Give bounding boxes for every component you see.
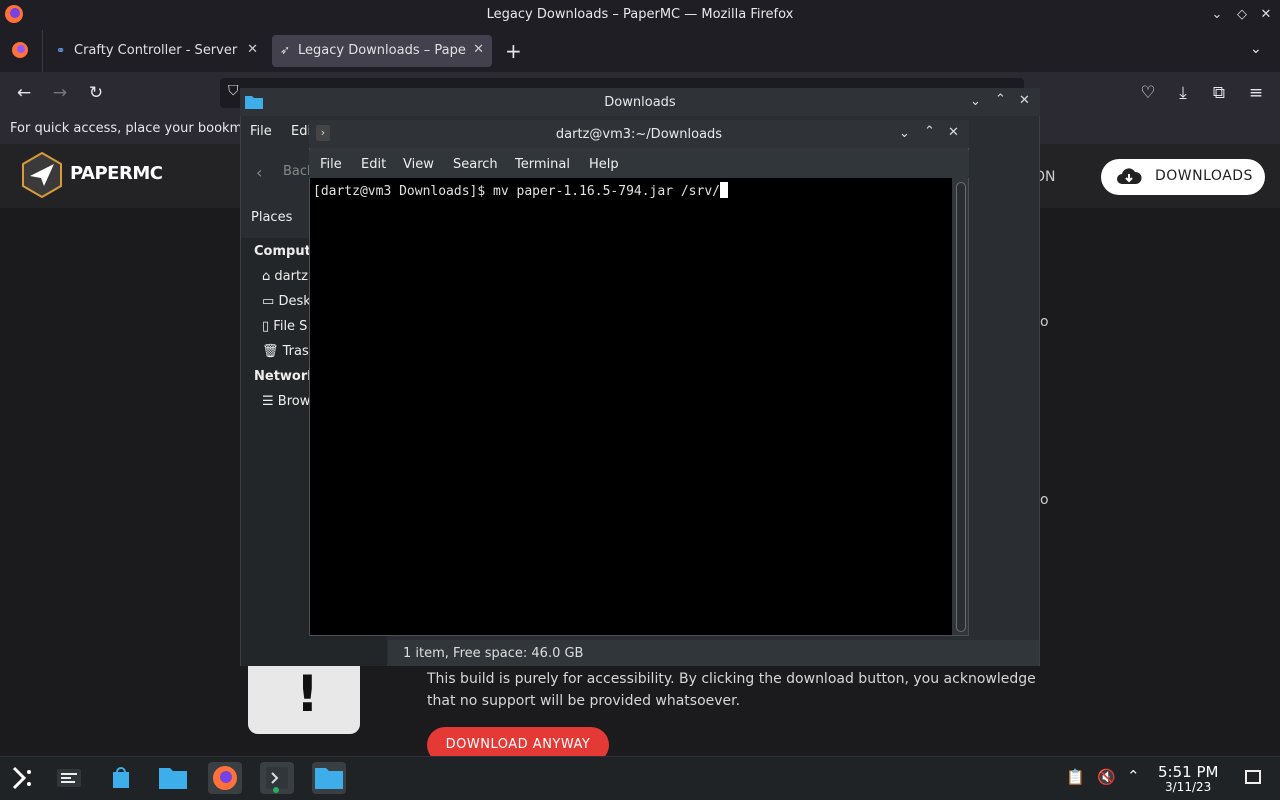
home-icon: ⌂ [262, 269, 271, 284]
dolphin-statusbar: 1 item, Free space: 46.0 GB [388, 640, 1039, 666]
tab-label: Crafty Controller - Server D [74, 43, 242, 58]
chevron-left-icon[interactable]: ‹ [256, 163, 262, 182]
network-icon: ☰ [262, 394, 274, 409]
firefox-titlebar: Legacy Downloads – PaperMC — Mozilla Fir… [0, 0, 1280, 30]
menu-help[interactable]: Help [589, 157, 619, 172]
clipboard-icon[interactable]: 📋 [1066, 768, 1085, 786]
clock-date[interactable]: 3/11/23 [1165, 780, 1211, 794]
close-icon[interactable]: ✕ [948, 125, 959, 140]
desktop-icon: ▭ [262, 294, 275, 309]
warning-card: ! [248, 660, 360, 734]
place-home[interactable]: ⌂ dartz [262, 269, 308, 284]
back-icon[interactable]: ← [14, 83, 34, 103]
tab-crafty-controller[interactable]: ⚭ Crafty Controller - Server D ✕ [48, 35, 266, 67]
forward-icon[interactable]: → [50, 83, 70, 103]
place-label: Brow [277, 394, 311, 409]
menu-file[interactable]: File [320, 157, 342, 172]
place-label: Desk [278, 294, 311, 309]
konsole-menubar: File Edit View Search Terminal Help [309, 150, 969, 178]
bookmarks-hint: For quick access, place your bookma [10, 121, 251, 136]
menu-view[interactable]: View [403, 157, 434, 172]
firefox-taskbar-icon[interactable] [208, 762, 242, 794]
volume-muted-icon[interactable]: 🔇 [1097, 768, 1116, 786]
menu-terminal[interactable]: Terminal [515, 157, 570, 172]
place-filesystem[interactable]: ▯ File S [262, 319, 307, 334]
place-label: dartz [274, 269, 308, 284]
crafty-favicon-icon: ⚭ [56, 44, 66, 57]
konsole-title: dartz@vm3:~/Downloads [555, 127, 723, 142]
pocket-icon[interactable]: ♡ [1138, 83, 1158, 103]
downloads-icon[interactable]: ⤓ [1173, 83, 1193, 103]
minimize-icon[interactable]: ⌄ [1208, 6, 1226, 24]
warning-text: This build is purely for accessibility. … [427, 671, 1036, 709]
reload-icon[interactable]: ↻ [86, 83, 106, 103]
minimize-icon[interactable]: ⌄ [970, 94, 981, 109]
shield-icon[interactable]: ⛉ [228, 83, 239, 99]
drive-icon: ▯ [262, 319, 270, 334]
maximize-icon[interactable]: ◇ [1233, 6, 1251, 24]
cloud-download-icon [1115, 165, 1143, 189]
close-icon[interactable]: ✕ [1019, 93, 1030, 108]
maximize-icon[interactable]: ⌃ [924, 124, 935, 139]
extensions-icon[interactable]: ⧉ [1209, 83, 1229, 103]
downloads-label: DOWNLOADS [1155, 168, 1253, 184]
dolphin-menu-file[interactable]: File [250, 124, 272, 139]
place-label: File S [273, 319, 308, 334]
show-desktop-icon[interactable] [1245, 770, 1261, 784]
close-icon[interactable]: ✕ [1257, 6, 1275, 24]
chevron-up-icon[interactable]: ⌃ [1127, 767, 1140, 785]
close-tab-icon[interactable]: ✕ [473, 42, 484, 57]
system-settings-icon[interactable] [52, 762, 86, 794]
dolphin-titlebar[interactable]: Downloads ⌄ ⌃ ✕ [240, 88, 1040, 116]
tab-bar: ⚭ Crafty Controller - Server D ✕ ➶ Legac… [0, 30, 1280, 72]
terminal-line: [dartz@vm3 Downloads]$ mv paper-1.16.5-7… [313, 182, 728, 199]
partial-text: o [1040, 492, 1049, 508]
downloads-button[interactable]: DOWNLOADS [1101, 159, 1265, 195]
firefox-view-icon[interactable] [10, 40, 30, 60]
window-title: Legacy Downloads – PaperMC — Mozilla Fir… [486, 7, 794, 22]
text-cursor [720, 182, 728, 198]
place-browse-network[interactable]: ☰ Brow [262, 394, 310, 409]
app-launcher-icon[interactable] [8, 764, 36, 792]
places-label: Places [251, 210, 293, 225]
terminal-area[interactable]: [dartz@vm3 Downloads]$ mv paper-1.16.5-7… [310, 178, 952, 635]
clock-time[interactable]: 5:51 PM [1158, 763, 1218, 781]
papermc-logo-icon[interactable] [22, 151, 62, 199]
menu-icon[interactable]: ≡ [1246, 83, 1266, 103]
trash-icon: 🗑 [262, 344, 279, 359]
new-tab-button[interactable]: + [505, 39, 522, 63]
papermc-favicon-icon: ➶ [280, 43, 291, 57]
tab-label: Legacy Downloads – Paper [298, 43, 466, 58]
taskbar [0, 756, 1280, 800]
minimize-icon[interactable]: ⌄ [899, 126, 910, 141]
dolphin-title: Downloads [604, 95, 676, 110]
dolphin-taskbar-icon[interactable] [312, 762, 346, 794]
site-logo-text[interactable]: PAPERMC [70, 163, 163, 184]
close-tab-icon[interactable]: ✕ [247, 42, 258, 57]
tab-divider [42, 30, 43, 72]
warning-mark: ! [296, 665, 319, 723]
section-network: Network [254, 369, 316, 384]
place-desktop[interactable]: ▭ Desk [262, 294, 311, 309]
file-manager-icon[interactable] [156, 762, 190, 794]
command-text: [dartz@vm3 Downloads]$ mv paper-1.16.5-7… [313, 184, 720, 199]
konsole-titlebar[interactable]: › dartz@vm3:~/Downloads ⌄ ⌃ ✕ [309, 120, 969, 148]
terminal-scrollbar[interactable] [956, 182, 966, 632]
tab-legacy-downloads[interactable]: ➶ Legacy Downloads – Paper ✕ [272, 35, 492, 67]
menu-search[interactable]: Search [453, 157, 498, 172]
maximize-icon[interactable]: ⌃ [995, 92, 1006, 107]
konsole-taskbar-icon[interactable] [260, 762, 294, 794]
discover-store-icon[interactable] [104, 762, 138, 794]
list-all-tabs-icon[interactable]: ⌄ [1250, 41, 1262, 57]
menu-edit[interactable]: Edit [361, 157, 386, 172]
status-text: 1 item, Free space: 46.0 GB [403, 646, 584, 661]
partial-text: o [1040, 314, 1049, 330]
